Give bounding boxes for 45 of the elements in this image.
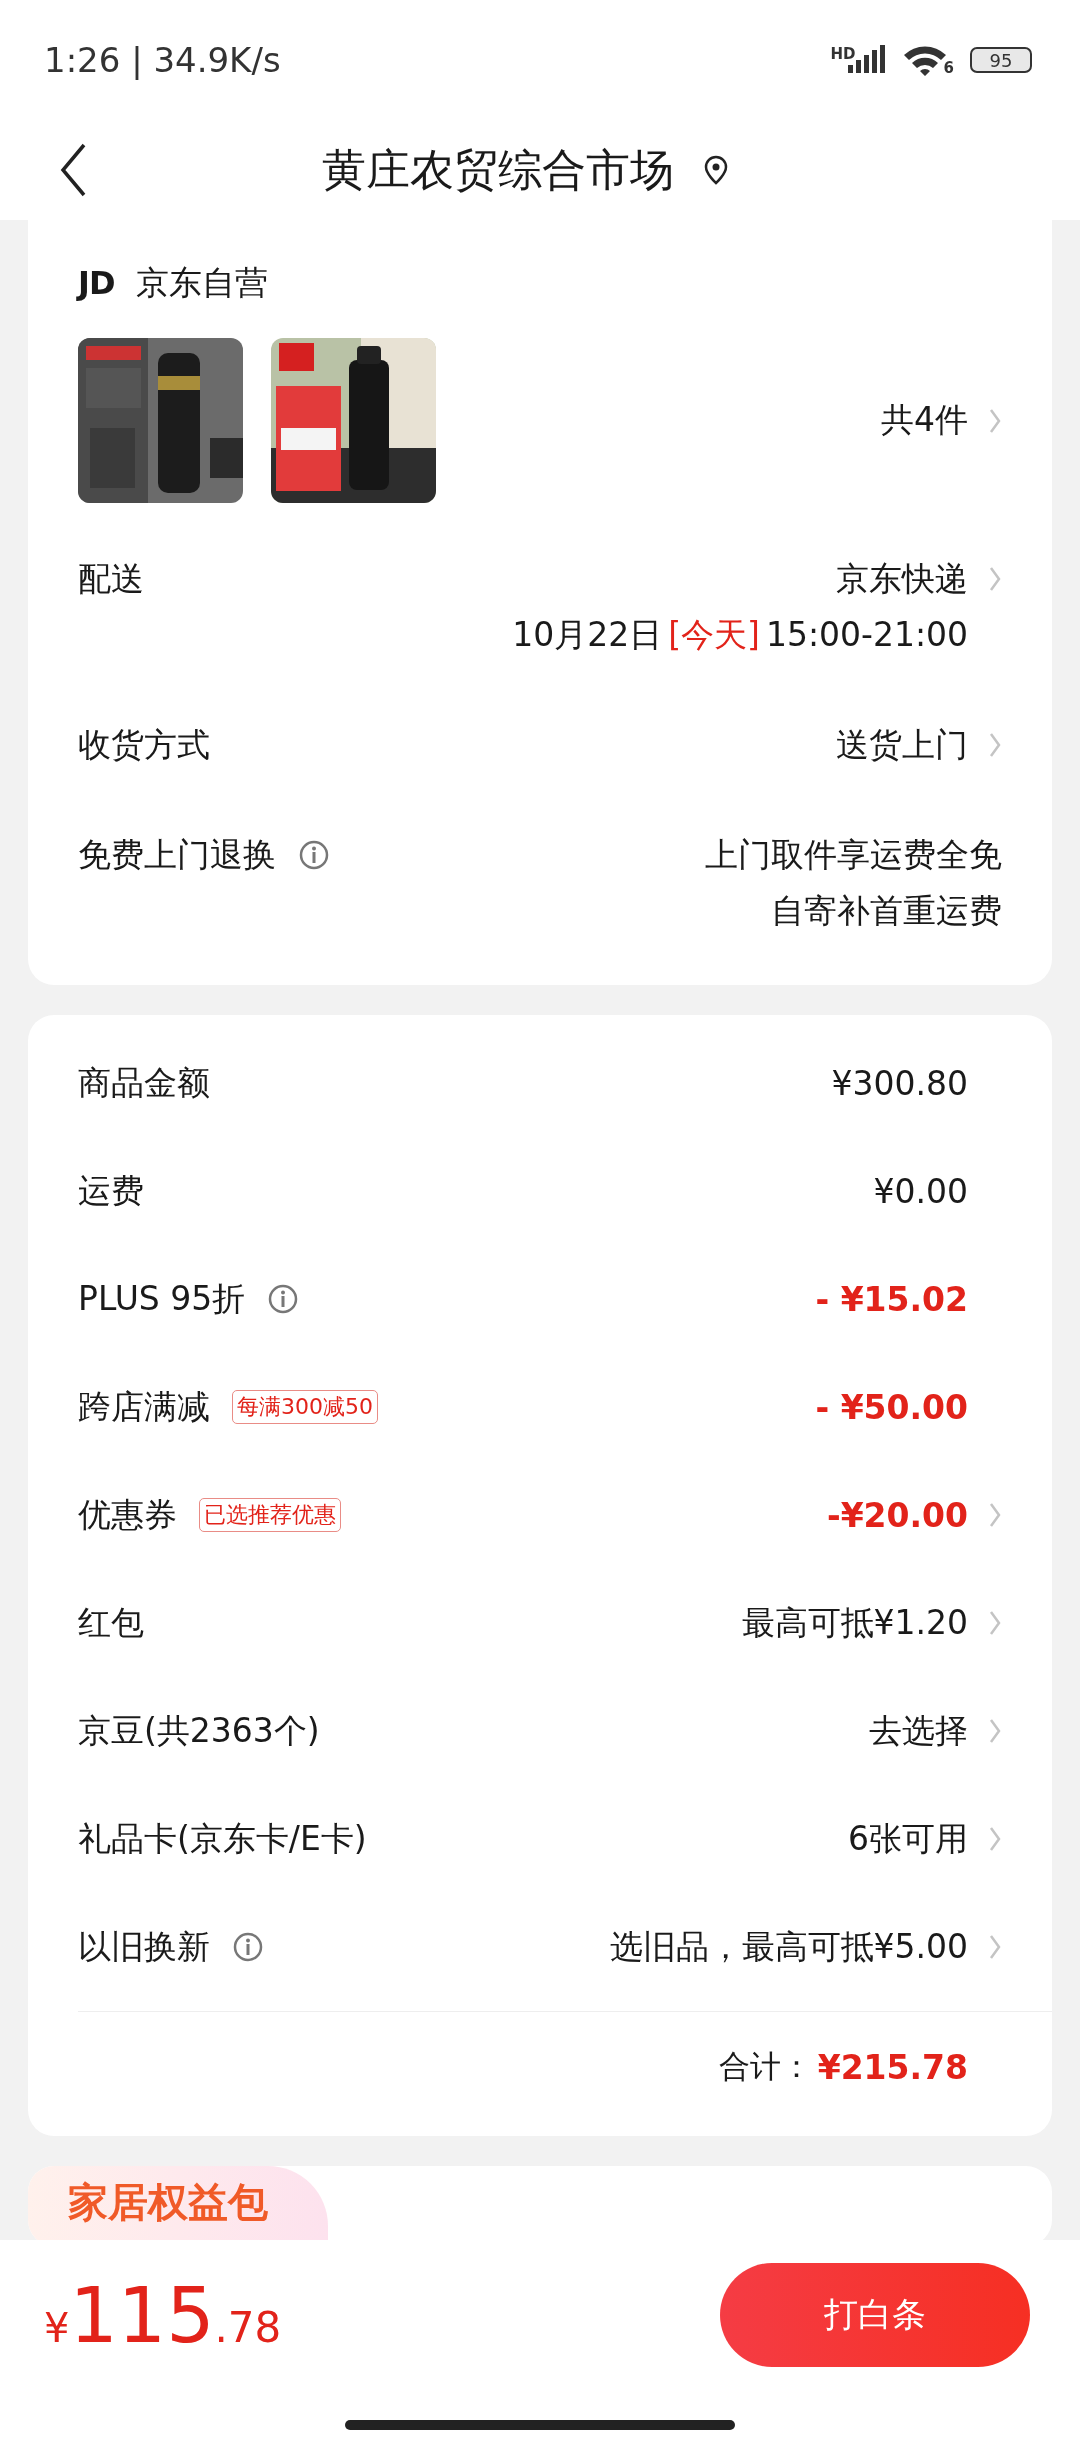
location-icon [704,155,728,185]
pay-button[interactable]: 打白条 [720,2263,1030,2367]
row-value[interactable]: 最高可抵¥1.20 [741,1600,968,1646]
delivery-day: [今天] [668,611,760,659]
row-label: 礼品卡(京东卡/E卡) [78,1818,367,1860]
row-label: 优惠券 [78,1494,177,1536]
item-count[interactable]: 共4件 [881,398,968,443]
row-label: 商品金额 [78,1062,210,1104]
wifi-label: 6 [943,59,954,77]
page-title: 黄庄农贸综合市场 [322,142,674,197]
delivery-time: 15:00-21:00 [765,614,968,656]
row-value[interactable]: 送货上门 [836,721,968,769]
promo-tag: 每满300减50 [232,1390,378,1424]
battery-level: 95 [989,49,1013,71]
row-value[interactable]: 去选择 [869,1708,968,1754]
store-logo: JD [78,264,115,302]
row-label: 跨店满减 [78,1386,210,1428]
row-value[interactable]: 选旧品，最高可抵¥5.00 [609,1924,968,1970]
row-value: ¥0.00 [873,1171,968,1211]
row-value: ¥300.80 [831,1063,968,1103]
promo-tag: 已选推荐优惠 [199,1498,341,1532]
row-value: 上门取件享运费全免 [705,834,1002,876]
discount-amount: - ¥50.00 [815,1387,968,1427]
promo-title: 家居权益包 [68,2179,268,2225]
row-value[interactable]: 6张可用 [848,1816,968,1862]
delivery-date: 10月22日 [512,614,663,656]
network-type: HD [830,45,856,63]
row-label: PLUS 95折 [78,1278,246,1320]
row-label: 京豆(共2363个) [78,1710,320,1752]
row-label: 收货方式 [78,724,210,766]
back-icon[interactable] [58,142,88,198]
row-label: 配送 [78,558,144,600]
row-label: 红包 [78,1602,144,1644]
total-price: ¥115.78 [44,2270,282,2360]
total-label: 合计： [718,2047,812,2086]
discount-amount[interactable]: -¥20.00 [826,1495,968,1535]
row-value: 自寄补首重运费 [771,890,1002,932]
row-label: 运费 [78,1170,144,1212]
store-name: 京东自营 [136,261,269,304]
discount-amount: - ¥15.02 [815,1279,968,1319]
total-amount: ¥215.78 [817,2047,968,2087]
row-value[interactable]: 京东快递 [836,555,968,603]
row-label: 免费上门退换 [78,834,276,876]
row-label: 以旧换新 [78,1926,210,1968]
status-time: 1:26 | 34.9K/s [44,40,281,80]
